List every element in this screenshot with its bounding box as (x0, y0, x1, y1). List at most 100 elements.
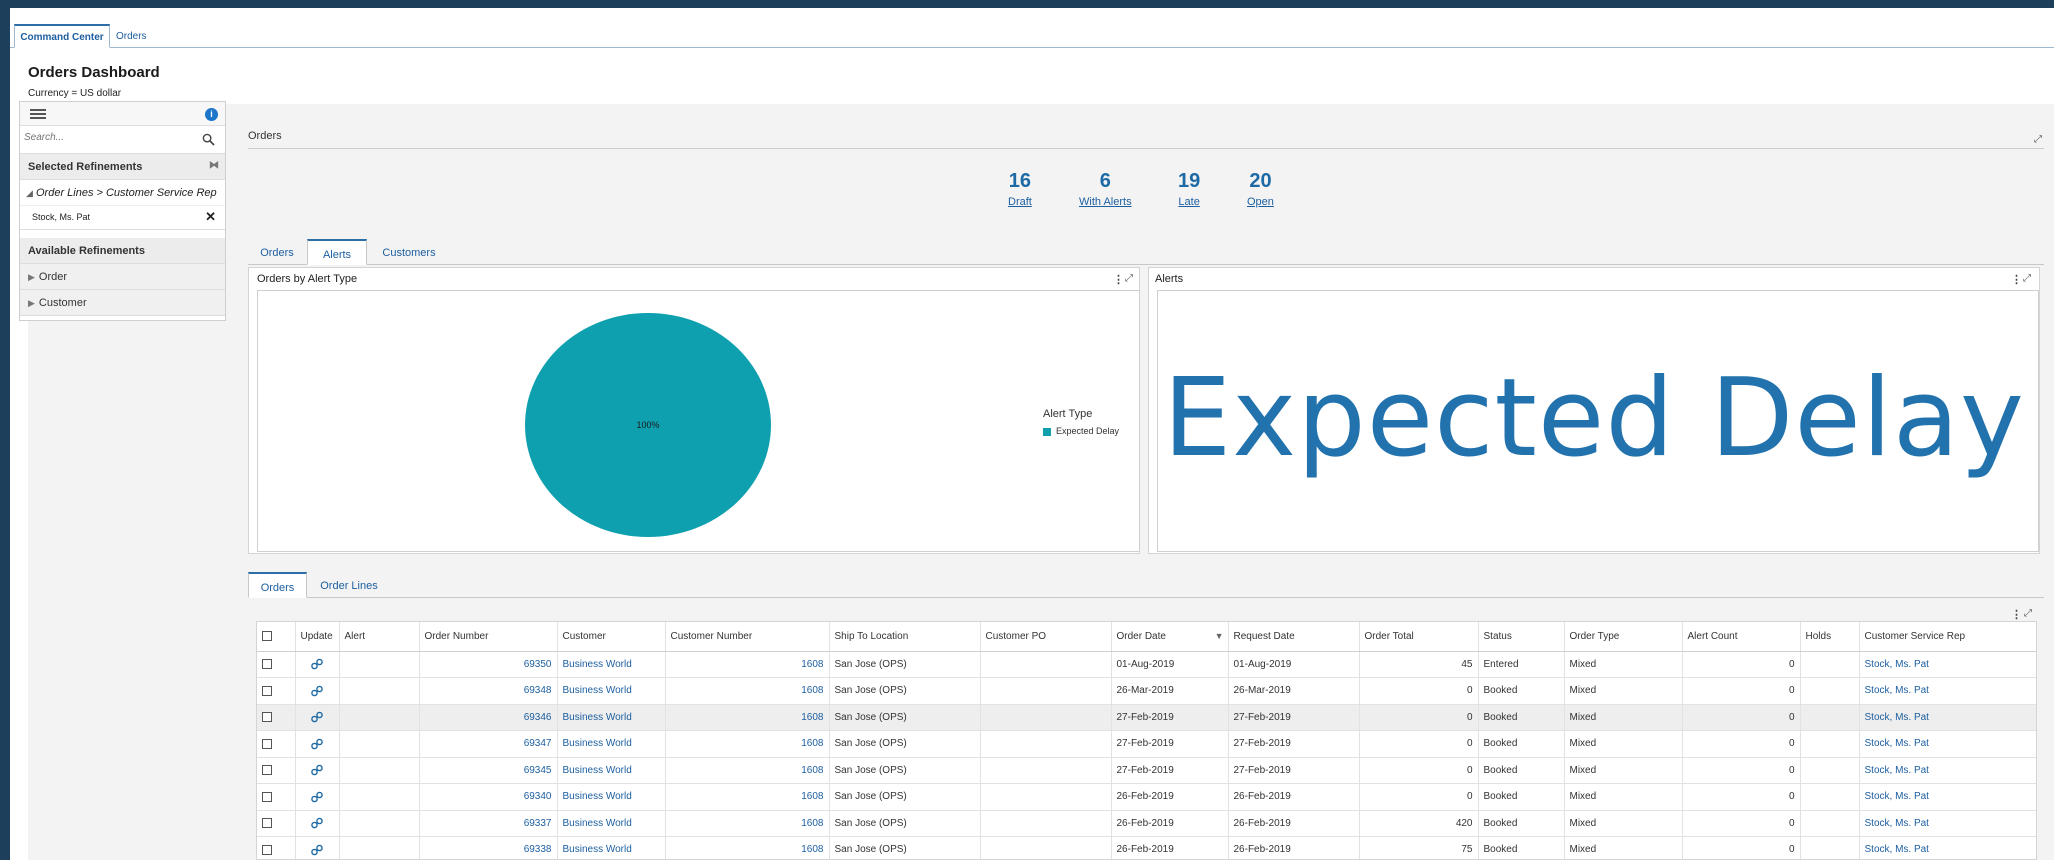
customer-number-cell[interactable]: 1608 (665, 836, 830, 859)
rep-cell[interactable]: Stock, Ms. Pat (1859, 757, 2036, 784)
table-row[interactable]: 69347 Business World 1608 San Jose (OPS) 27-… (257, 730, 2036, 758)
expand-icon[interactable]: ⤢ (1125, 273, 1133, 284)
customer-number-cell[interactable]: 1608 (665, 810, 830, 837)
row-checkbox[interactable] (262, 659, 272, 670)
customer-cell[interactable]: Business World (557, 810, 666, 837)
metric-link[interactable]: Late (1178, 196, 1200, 208)
search-icon[interactable] (202, 133, 215, 146)
column-header-order-total[interactable]: Order Total (1359, 622, 1479, 652)
rep-cell[interactable]: Stock, Ms. Pat (1859, 810, 2036, 837)
column-header-holds[interactable]: Holds (1800, 622, 1860, 652)
customer-cell[interactable]: Business World (557, 757, 666, 784)
link-icon[interactable] (310, 685, 324, 697)
rep-cell[interactable]: Stock, Ms. Pat (1859, 730, 2036, 758)
link-icon[interactable] (310, 738, 324, 750)
tab-orders-table[interactable]: Orders (248, 572, 307, 598)
expand-icon[interactable]: ⤢ (2024, 608, 2032, 619)
info-icon[interactable]: i (205, 108, 218, 121)
column-header-customer-po[interactable]: Customer PO (980, 622, 1112, 652)
row-checkbox[interactable] (262, 712, 272, 723)
column-header-alert[interactable]: Alert (339, 622, 420, 652)
select-all-checkbox[interactable] (262, 631, 272, 642)
customer-number-cell[interactable]: 1608 (665, 651, 830, 678)
row-checkbox[interactable] (262, 738, 272, 749)
order-number-cell[interactable]: 69346 (419, 704, 558, 731)
table-row[interactable]: 69348 Business World 1608 San Jose (OPS) 26-… (257, 677, 2036, 705)
vertical-dots-icon[interactable]: ⋮ (2011, 273, 2022, 286)
tab-order-lines[interactable]: Order Lines (314, 572, 384, 598)
tab-alerts[interactable]: Alerts (307, 239, 367, 265)
alert-tag-text[interactable]: Expected Delay (1163, 356, 2025, 481)
column-header-customer[interactable]: Customer (557, 622, 666, 652)
customer-cell[interactable]: Business World (557, 704, 666, 731)
table-row[interactable]: 69340 Business World 1608 San Jose (OPS) 26-… (257, 783, 2036, 811)
order-number-cell[interactable]: 69348 (419, 677, 558, 705)
close-icon[interactable]: ✕ (205, 209, 216, 225)
table-row[interactable]: 69350 Business World 1608 San Jose (OPS) 01-… (257, 651, 2036, 678)
table-row[interactable]: 69338 Business World 1608 San Jose (OPS) 26-… (257, 836, 2036, 859)
table-row[interactable]: 69346 Business World 1608 San Jose (OPS) 27-… (257, 704, 2036, 731)
link-icon[interactable] (310, 764, 324, 776)
clear-filter-icon[interactable]: ⧓ (209, 160, 219, 171)
row-checkbox[interactable] (262, 844, 272, 855)
customer-number-cell[interactable]: 1608 (665, 783, 830, 811)
vertical-dots-icon[interactable]: ⋮ (1113, 273, 1124, 286)
order-number-cell[interactable]: 69350 (419, 651, 558, 678)
order-number-cell[interactable]: 69340 (419, 783, 558, 811)
customer-cell[interactable]: Business World (557, 730, 666, 758)
link-icon[interactable] (310, 791, 324, 803)
metric-with-alerts[interactable]: 6 With Alerts (1079, 170, 1132, 208)
metric-link[interactable]: With Alerts (1079, 196, 1132, 208)
table-row[interactable]: 69337 Business World 1608 San Jose (OPS) 26-… (257, 810, 2036, 837)
row-checkbox[interactable] (262, 818, 272, 829)
tab-orders[interactable]: Orders (116, 24, 147, 48)
order-number-cell[interactable]: 69338 (419, 836, 558, 859)
order-number-cell[interactable]: 69337 (419, 810, 558, 837)
order-number-cell[interactable]: 69347 (419, 730, 558, 758)
link-icon[interactable] (310, 711, 324, 723)
customer-number-cell[interactable]: 1608 (665, 677, 830, 705)
legend-item[interactable]: Expected Delay (1043, 426, 1119, 436)
link-icon[interactable] (310, 817, 324, 829)
column-header-order-type[interactable]: Order Type (1564, 622, 1683, 652)
tab-customers[interactable]: Customers (378, 239, 440, 265)
vertical-dots-icon[interactable]: ⋮ (2011, 608, 2022, 621)
order-number-cell[interactable]: 69345 (419, 757, 558, 784)
metric-draft[interactable]: 16 Draft (1008, 170, 1032, 208)
column-header-update[interactable]: Update (295, 622, 340, 652)
column-header-customer-service-rep[interactable]: Customer Service Rep (1859, 622, 2036, 652)
metric-link[interactable]: Draft (1008, 196, 1032, 208)
column-header-ship-to[interactable]: Ship To Location (829, 622, 981, 652)
link-icon[interactable] (310, 844, 324, 856)
customer-number-cell[interactable]: 1608 (665, 704, 830, 731)
tab-orders-analysis[interactable]: Orders (254, 239, 300, 265)
tab-command-center[interactable]: Command Center (14, 24, 110, 48)
column-header-order-number[interactable]: Order Number (419, 622, 558, 652)
rep-cell[interactable]: Stock, Ms. Pat (1859, 651, 2036, 678)
table-row[interactable]: 69345 Business World 1608 San Jose (OPS) 27-… (257, 757, 2036, 784)
refinement-group-order[interactable]: ▶ Order (20, 264, 225, 290)
search-input[interactable] (24, 132, 184, 143)
customer-cell[interactable]: Business World (557, 836, 666, 859)
column-header-alert-count[interactable]: Alert Count (1682, 622, 1801, 652)
customer-cell[interactable]: Business World (557, 783, 666, 811)
expand-icon[interactable]: ⤢ (2034, 134, 2042, 145)
rep-cell[interactable]: Stock, Ms. Pat (1859, 783, 2036, 811)
metric-open[interactable]: 20 Open (1247, 170, 1274, 208)
column-header-order-date[interactable]: Order Date ▼ (1111, 622, 1229, 652)
rep-cell[interactable]: Stock, Ms. Pat (1859, 677, 2036, 705)
row-checkbox[interactable] (262, 765, 272, 776)
column-header-customer-number[interactable]: Customer Number (665, 622, 830, 652)
column-header-request-date[interactable]: Request Date (1228, 622, 1360, 652)
refinement-group-customer[interactable]: ▶ Customer (20, 290, 225, 316)
customer-cell[interactable]: Business World (557, 677, 666, 705)
metric-link[interactable]: Open (1247, 196, 1274, 208)
column-header-status[interactable]: Status (1478, 622, 1565, 652)
sort-descending-icon[interactable]: ▼ (1215, 631, 1224, 641)
hamburger-icon[interactable] (30, 109, 46, 120)
rep-cell[interactable]: Stock, Ms. Pat (1859, 836, 2036, 859)
row-checkbox[interactable] (262, 791, 272, 802)
expand-icon[interactable]: ⤢ (2023, 273, 2031, 284)
customer-number-cell[interactable]: 1608 (665, 730, 830, 758)
row-checkbox[interactable] (262, 685, 272, 696)
